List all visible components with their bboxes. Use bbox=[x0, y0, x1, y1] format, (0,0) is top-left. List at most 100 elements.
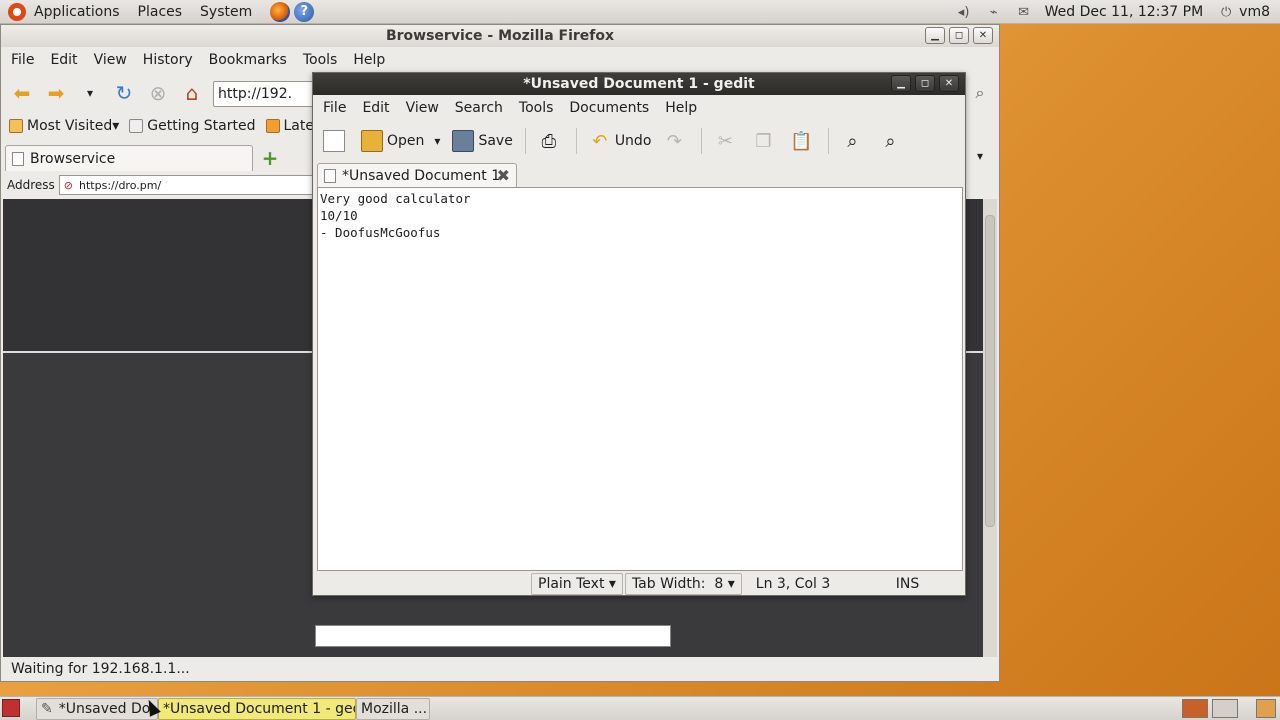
gedit-statusbar: Plain Text ▾ Tab Width: 8 ▾ Ln 3, Col 3 … bbox=[313, 573, 965, 595]
trash-icon[interactable] bbox=[1256, 699, 1276, 718]
gedit-window-controls: ▁ ◻ ✕ bbox=[891, 75, 959, 92]
tab-unsaved-document[interactable]: *Unsaved Document 1 ✖ bbox=[317, 163, 517, 187]
firefox-titlebar[interactable]: Browservice - Mozilla Firefox ▁ ◻ ✕ bbox=[1, 25, 999, 47]
volume-icon[interactable]: ◂) bbox=[955, 4, 973, 20]
menu-documents[interactable]: Documents bbox=[569, 100, 649, 116]
menu-view[interactable]: View bbox=[94, 52, 127, 68]
forward-arrow-icon[interactable]: ➡ bbox=[43, 80, 69, 106]
menu-file[interactable]: File bbox=[323, 100, 346, 116]
places-menu[interactable]: Places bbox=[138, 4, 183, 20]
text-editor[interactable]: Very good calculator 10/10 - DoofusMcGoo… bbox=[317, 187, 963, 571]
mail-icon[interactable]: ✉ bbox=[1015, 4, 1033, 20]
home-icon[interactable]: ⌂ bbox=[179, 80, 205, 106]
menu-tools[interactable]: Tools bbox=[303, 52, 338, 68]
workspace-2[interactable] bbox=[1212, 699, 1238, 718]
minimize-button[interactable]: ▁ bbox=[925, 27, 945, 44]
bookmark-latest[interactable]: Late bbox=[265, 118, 314, 134]
find-replace-icon: ⌕ bbox=[885, 130, 896, 152]
cursor-position: Ln 3, Col 3 bbox=[755, 576, 831, 592]
language-selector[interactable]: Plain Text ▾ bbox=[531, 573, 623, 595]
tab-browservice[interactable]: Browservice bbox=[5, 145, 253, 171]
menu-history[interactable]: History bbox=[143, 52, 193, 68]
menu-view[interactable]: View bbox=[406, 100, 439, 116]
panel-clock[interactable]: Wed Dec 11, 12:37 PM bbox=[1045, 4, 1204, 20]
new-document-button[interactable] bbox=[323, 130, 349, 152]
taskbar-item-gedit-2[interactable]: *Unsaved Document 1 - gedit bbox=[158, 698, 356, 720]
power-icon[interactable]: ⏻ bbox=[1217, 4, 1235, 20]
history-dropdown-icon[interactable]: ▾ bbox=[77, 80, 103, 106]
minimize-button[interactable]: ▁ bbox=[891, 75, 911, 92]
show-desktop-icon[interactable] bbox=[2, 699, 20, 717]
broken-lock-icon: ⊘ bbox=[63, 178, 74, 192]
toolbar-separator bbox=[701, 128, 703, 154]
maximize-button[interactable]: ◻ bbox=[915, 75, 935, 92]
close-icon[interactable]: ✖ bbox=[497, 166, 510, 185]
page-text-input[interactable] bbox=[315, 625, 671, 647]
taskbar-item-firefox[interactable]: Mozilla ... bbox=[356, 698, 430, 720]
find-button[interactable]: ⌕ bbox=[841, 130, 867, 152]
maximize-button[interactable]: ◻ bbox=[949, 27, 969, 44]
scrollbar-thumb[interactable] bbox=[985, 215, 995, 527]
gedit-titlebar[interactable]: *Unsaved Document 1 - gedit ▁ ◻ ✕ bbox=[313, 73, 965, 95]
address-input[interactable]: ⊘ https://dro.pm/ bbox=[58, 175, 319, 195]
url-bar[interactable]: http://192. bbox=[213, 81, 323, 107]
menu-help[interactable]: Help bbox=[353, 52, 385, 68]
chevron-down-icon: ▾ bbox=[727, 576, 735, 592]
gedit-toolbar: Open ▾ Save ⎙ ↶ Undo ↷ ✂ ❐ 📋 ⌕ ⌕ bbox=[313, 121, 965, 161]
firefox-menubar: File Edit View History Bookmarks Tools H… bbox=[1, 47, 999, 73]
bookmark-most-visited[interactable]: Most Visited ▾ bbox=[9, 118, 119, 134]
tab-list-icon[interactable]: ▾ bbox=[977, 149, 983, 163]
reload-icon[interactable]: ↻ bbox=[111, 80, 137, 106]
menu-search[interactable]: Search bbox=[455, 100, 503, 116]
taskbar-label: *Unsaved Do bbox=[58, 701, 151, 717]
help-launcher-icon[interactable]: ? bbox=[294, 1, 315, 22]
taskbar-item-gedit-1[interactable]: ✎ *Unsaved Do bbox=[36, 698, 158, 720]
chevron-down-icon[interactable]: ▾ bbox=[434, 134, 440, 148]
page-icon bbox=[12, 151, 24, 166]
open-label: Open bbox=[387, 133, 425, 149]
taskbar-label: *Unsaved Document 1 - gedit bbox=[163, 701, 356, 717]
address-value: https://dro.pm/ bbox=[79, 178, 162, 192]
workspace-1[interactable] bbox=[1182, 699, 1208, 718]
applications-menu[interactable]: Applications bbox=[34, 4, 120, 20]
toolbar-separator bbox=[575, 128, 577, 154]
paste-button[interactable]: 📋 bbox=[790, 130, 816, 152]
find-replace-button[interactable]: ⌕ bbox=[879, 130, 905, 152]
redo-button[interactable]: ↷ bbox=[663, 130, 689, 152]
firefox-window-controls: ▁ ◻ ✕ bbox=[925, 27, 993, 44]
menu-file[interactable]: File bbox=[11, 52, 34, 68]
panel-tray: ◂) ⌁ ✉ Wed Dec 11, 12:37 PM ⏻ vm8 bbox=[955, 0, 1280, 24]
cut-button[interactable]: ✂ bbox=[714, 130, 740, 152]
bookmark-getting-started[interactable]: Getting Started bbox=[129, 118, 256, 134]
menu-edit[interactable]: Edit bbox=[50, 52, 77, 68]
tab-width-selector[interactable]: Tab Width: 8 ▾ bbox=[624, 573, 742, 595]
copy-button[interactable]: ❐ bbox=[752, 130, 778, 152]
firefox-statusbar: Waiting for 192.168.1.1... bbox=[1, 657, 999, 681]
firefox-launcher-icon[interactable] bbox=[270, 1, 291, 22]
system-menu[interactable]: System bbox=[200, 4, 252, 20]
search-icon[interactable]: ⌕ bbox=[967, 80, 993, 106]
open-button[interactable]: Open ▾ bbox=[361, 130, 440, 152]
new-tab-icon[interactable]: + bbox=[259, 146, 281, 170]
undo-button[interactable]: ↶ Undo bbox=[589, 130, 651, 152]
menu-bookmarks[interactable]: Bookmarks bbox=[209, 52, 287, 68]
text-editor-icon: ✎ bbox=[41, 701, 53, 717]
menu-edit[interactable]: Edit bbox=[362, 100, 389, 116]
page-scrollbar[interactable] bbox=[983, 199, 997, 657]
chevron-down-icon: ▾ bbox=[608, 576, 616, 592]
close-button[interactable]: ✕ bbox=[973, 27, 993, 44]
menu-tools[interactable]: Tools bbox=[519, 100, 554, 116]
stop-icon[interactable]: ⊗ bbox=[145, 80, 171, 106]
menu-help[interactable]: Help bbox=[665, 100, 697, 116]
save-button[interactable]: Save bbox=[452, 130, 513, 152]
back-arrow-icon[interactable]: ⬅ bbox=[9, 80, 35, 106]
bottom-panel: ✎ *Unsaved Do *Unsaved Document 1 - gedi… bbox=[0, 696, 1280, 720]
close-button[interactable]: ✕ bbox=[939, 75, 959, 92]
insert-mode: INS bbox=[895, 576, 920, 592]
ubuntu-logo-icon[interactable] bbox=[8, 2, 26, 21]
gedit-window-title: *Unsaved Document 1 - gedit bbox=[523, 76, 755, 92]
folder-icon bbox=[9, 119, 23, 133]
panel-user[interactable]: vm8 bbox=[1239, 4, 1270, 20]
print-button[interactable]: ⎙ bbox=[538, 130, 564, 152]
network-icon[interactable]: ⌁ bbox=[985, 4, 1003, 20]
